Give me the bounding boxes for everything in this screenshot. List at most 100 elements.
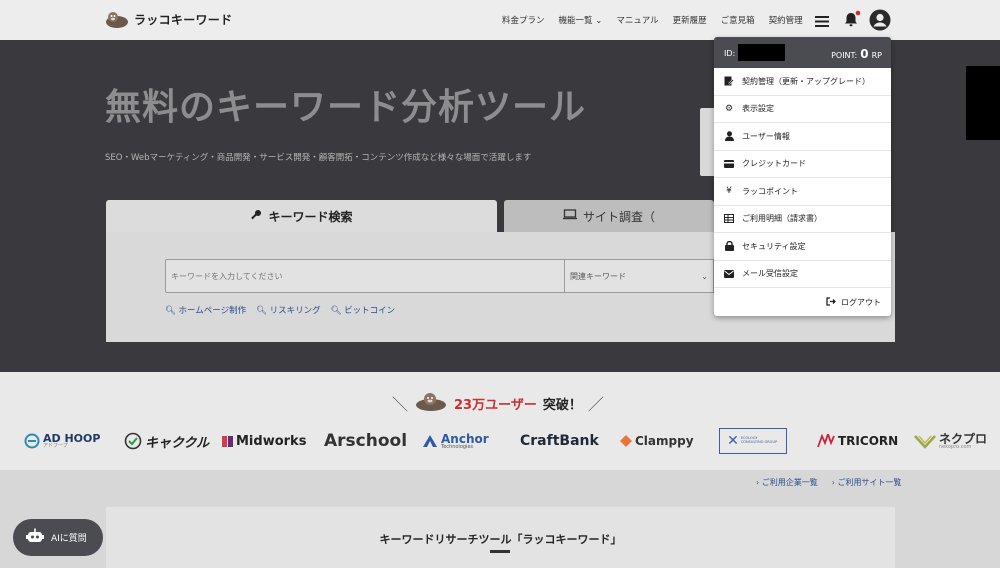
site-header: ラッコキーワード 料金プラン 機能一覧 ⌄ マニュアル 更新履歴 ご意見箱 契約…	[0, 0, 1000, 40]
nav-feedback[interactable]: ご意見箱	[721, 14, 755, 26]
xx-mark-icon: ✕	[727, 433, 739, 449]
client-logo-strip: AD HOOP アドフープ キャククル Midworks Arschool An…	[24, 428, 1000, 454]
credit-card-icon	[724, 159, 734, 168]
redacted-block	[966, 66, 1000, 140]
intro-title: キーワードリサーチツール「ラッコキーワード」	[379, 533, 622, 546]
link-label: ご利用企業一覧	[761, 478, 818, 487]
logo-text: ラッコキーワード	[134, 12, 233, 27]
logout-icon	[826, 297, 836, 308]
point-value: 0	[860, 47, 869, 61]
contract-icon	[724, 76, 734, 86]
nav-features-label: 機能一覧	[558, 16, 593, 26]
logout-button[interactable]: ログアウト	[826, 297, 881, 308]
menu-item-label: セキュリティ設定	[742, 241, 806, 251]
deco-slash: ／	[587, 395, 604, 414]
client-logo-xx: ✕ ECOLOGY CONSULTING GROUP	[719, 428, 787, 454]
client-logo-nekopuro: ネクプロ nekopro.com	[914, 428, 987, 454]
link-label: ご利用サイト一覧	[837, 478, 902, 487]
hamburger-menu-icon[interactable]	[815, 13, 829, 32]
hero-title: 無料のキーワード分析ツール	[105, 87, 587, 128]
tab-keyword-search[interactable]: キーワード検索	[106, 200, 497, 232]
suggest-item[interactable]: 🔍︎ リスキリング	[256, 304, 321, 316]
deco-slash: ＼	[392, 395, 409, 414]
menu-item-label: 契約管理（更新・アップグレード）	[742, 76, 870, 86]
users-band	[0, 372, 1000, 470]
menu-item-label: メール受信設定	[742, 269, 798, 279]
hero-subtitle: SEO・Webマーケティング・商品開発・サービス開発・顧客開拓・コンテンツ作成な…	[105, 153, 532, 163]
ai-chat-button[interactable]: AIに質問	[13, 519, 103, 556]
kyakuru-text: キャククル	[145, 435, 210, 451]
client-logo-anchor: Anchor Technologies	[422, 428, 489, 454]
link-client-sites[interactable]: › ご利用サイト一覧	[832, 477, 902, 488]
monitor-icon	[562, 209, 577, 223]
user-count-heading: ＼ 23万ユーザー 突破！ ／	[392, 390, 604, 416]
menu-item-contract[interactable]: 契約管理（更新・アップグレード）	[714, 68, 891, 96]
xx-text: ECOLOGY CONSULTING GROUP	[740, 436, 778, 444]
user-count-suffix: 突破！	[542, 397, 582, 413]
menu-item-display-settings[interactable]: ⚙ 表示設定	[714, 96, 891, 123]
user-id-label: ID:	[724, 49, 736, 58]
client-logo-arschool: Arschool	[324, 428, 407, 454]
otter-icon	[414, 390, 448, 416]
client-logo-midworks: Midworks	[222, 428, 306, 454]
menu-item-user-info[interactable]: ユーザー情報	[714, 123, 891, 151]
nav-changelog[interactable]: 更新履歴	[673, 14, 707, 26]
tricorn-text: TRICORN	[838, 434, 899, 448]
account-header: ID: POINT: 0 RP	[714, 37, 891, 68]
nekopuro-text: ネクプロ	[939, 431, 988, 446]
menu-item-security[interactable]: セキュリティ設定	[714, 233, 891, 261]
clamppy-text: Clamppy	[635, 434, 694, 448]
nav-features[interactable]: 機能一覧 ⌄	[559, 14, 603, 26]
suggest-item[interactable]: 🔍︎ ビットコイン	[331, 304, 396, 316]
gear-icon: ⚙	[724, 103, 734, 114]
tab-site-research[interactable]: サイト調査（	[504, 200, 714, 232]
client-logo-adhoop: AD HOOP アドフープ	[24, 428, 100, 454]
adhoop-subtext: アドフープ	[43, 443, 68, 449]
link-client-companies[interactable]: › ご利用企業一覧	[756, 477, 818, 488]
menu-item-billing[interactable]: ご利用明細（請求書）	[714, 206, 891, 233]
search-type-select[interactable]: 関連キーワード ⌄	[564, 259, 714, 293]
nav-manual[interactable]: マニュアル	[616, 14, 658, 26]
menu-item-label: ユーザー情報	[742, 131, 790, 141]
otter-logo-icon	[104, 9, 130, 29]
menu-item-label: ラッコポイント	[742, 186, 798, 196]
search-icon: 🔍︎	[330, 306, 342, 316]
menu-item-label: クレジットカード	[742, 159, 806, 169]
chevron-down-icon: ⌄	[595, 16, 603, 26]
client-logo-kyakuru: キャククル	[124, 428, 209, 454]
bell-icon[interactable]	[843, 10, 861, 32]
yen-icon: ¥	[726, 186, 732, 197]
user-count: 23万ユーザー	[454, 397, 537, 413]
logout-label: ログアウト	[841, 298, 881, 307]
lock-icon	[724, 241, 734, 252]
nav-contract[interactable]: 契約管理	[769, 14, 803, 26]
anchor-subtext: Technologies	[441, 443, 474, 450]
menu-item-label: 表示設定	[742, 104, 774, 114]
arschool-text: Arschool	[324, 431, 408, 451]
craftbank-text: CraftBank	[520, 433, 599, 449]
menu-item-email-settings[interactable]: メール受信設定	[714, 261, 891, 288]
menu-item-points[interactable]: ¥ ラッコポイント	[714, 178, 891, 206]
search-type-value: 関連キーワード	[570, 271, 626, 281]
user-avatar-icon[interactable]	[869, 9, 891, 35]
redacted-user-id	[738, 44, 785, 61]
suggest-item[interactable]: 🔍︎ ホームページ制作	[165, 304, 246, 316]
anchor-text: Anchor	[441, 431, 489, 446]
main-nav: 料金プラン 機能一覧 ⌄ マニュアル 更新履歴 ご意見箱 契約管理	[502, 14, 803, 26]
chevron-down-icon: ⌄	[701, 271, 708, 281]
point-balance: POINT: 0 RP	[831, 47, 882, 61]
suggested-keywords: 🔍︎ ホームページ制作 🔍︎ リスキリング 🔍︎ ビットコイン	[165, 304, 395, 316]
menu-item-label: ご利用明細（請求書）	[742, 214, 822, 224]
user-icon	[724, 131, 734, 142]
ai-chat-label: AIに質問	[51, 534, 87, 544]
tab-site-label: サイト調査（	[582, 209, 655, 224]
logo[interactable]: ラッコキーワード	[104, 9, 232, 29]
point-unit: RP	[871, 51, 882, 60]
title-underline	[490, 550, 510, 553]
menu-item-credit-card[interactable]: クレジットカード	[714, 151, 891, 178]
point-label: POINT:	[831, 51, 858, 60]
client-logo-clamppy: Clamppy	[620, 428, 694, 454]
nav-pricing[interactable]: 料金プラン	[502, 14, 545, 26]
keyword-search-input[interactable]	[165, 259, 565, 293]
nekopuro-subtext: nekopro.com	[939, 443, 972, 450]
